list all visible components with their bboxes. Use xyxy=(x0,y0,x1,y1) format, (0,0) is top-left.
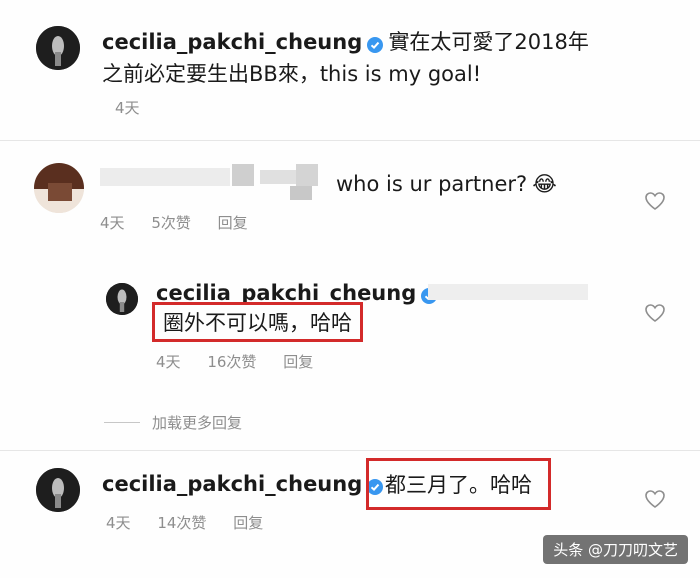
divider xyxy=(0,450,700,451)
comment2-text: 都三月了。哈哈 xyxy=(366,458,551,510)
avatar-image xyxy=(36,26,80,70)
blurred-text xyxy=(428,284,588,300)
comment2-time: 4天 xyxy=(106,514,131,532)
verified-icon xyxy=(367,36,384,53)
comment2-likes[interactable]: 14次赞 xyxy=(157,514,206,532)
reply1-time: 4天 xyxy=(156,353,181,371)
blurred-username xyxy=(100,168,230,186)
caption-text-line2: 之前必定要生出BB來，this is my goal! xyxy=(102,62,482,86)
like-heart-icon[interactable] xyxy=(645,304,665,322)
reply1-avatar[interactable] xyxy=(106,283,138,315)
comment1-text: who is ur partner? xyxy=(336,172,528,196)
comment2-highlight-box: 都三月了。哈哈 xyxy=(366,458,551,510)
avatar-image xyxy=(106,283,138,315)
reply1-highlight-box: 圈外不可以嗎，哈哈 xyxy=(152,302,363,342)
comment2-username[interactable]: cecilia_pakchi_cheung xyxy=(102,472,362,496)
comment1-avatar[interactable] xyxy=(34,163,84,213)
like-heart-icon[interactable] xyxy=(645,490,665,508)
comment2-avatar[interactable] xyxy=(36,468,80,512)
comment1-reply-button[interactable]: 回复 xyxy=(218,214,248,232)
comment1-time: 4天 xyxy=(100,214,125,232)
caption-username[interactable]: cecilia_pakchi_cheung xyxy=(102,30,362,54)
comment1-meta: 4天 5次赞 回复 xyxy=(100,212,270,233)
reply1-meta: 4天 16次赞 回复 xyxy=(156,351,335,372)
blurred-username xyxy=(232,164,254,186)
caption-time: 4天 xyxy=(115,99,140,117)
caption-text-line1: 實在太可愛了2018年 xyxy=(388,30,589,54)
blurred-username xyxy=(290,186,312,200)
comment1-body: who is ur partner? 😂 xyxy=(336,172,557,196)
reply1-likes[interactable]: 16次赞 xyxy=(207,353,256,371)
avatar-image xyxy=(34,163,84,213)
comments-page: cecilia_pakchi_cheung 實在太可愛了2018年 之前必定要生… xyxy=(0,0,700,578)
caption-avatar[interactable] xyxy=(36,26,80,70)
reply1-reply-button[interactable]: 回复 xyxy=(283,353,313,371)
laugh-emoji-icon: 😂 xyxy=(532,172,557,196)
divider xyxy=(0,140,700,141)
caption-meta: 4天 xyxy=(115,97,162,118)
load-more-replies-button[interactable]: 加载更多回复 xyxy=(152,412,242,433)
watermark: 头条 @刀刀叨文艺 xyxy=(543,535,688,564)
comment1-likes[interactable]: 5次赞 xyxy=(151,214,191,232)
caption-line1: cecilia_pakchi_cheung 實在太可愛了2018年 xyxy=(102,26,662,56)
avatar-image xyxy=(36,468,80,512)
load-more-line xyxy=(104,422,140,423)
blurred-username xyxy=(260,170,296,184)
reply1-text: 圈外不可以嗎，哈哈 xyxy=(152,302,363,342)
comment2-meta: 4天 14次赞 回复 xyxy=(106,512,285,533)
comment2-reply-button[interactable]: 回复 xyxy=(233,514,263,532)
blurred-username xyxy=(296,164,318,186)
like-heart-icon[interactable] xyxy=(645,192,665,210)
